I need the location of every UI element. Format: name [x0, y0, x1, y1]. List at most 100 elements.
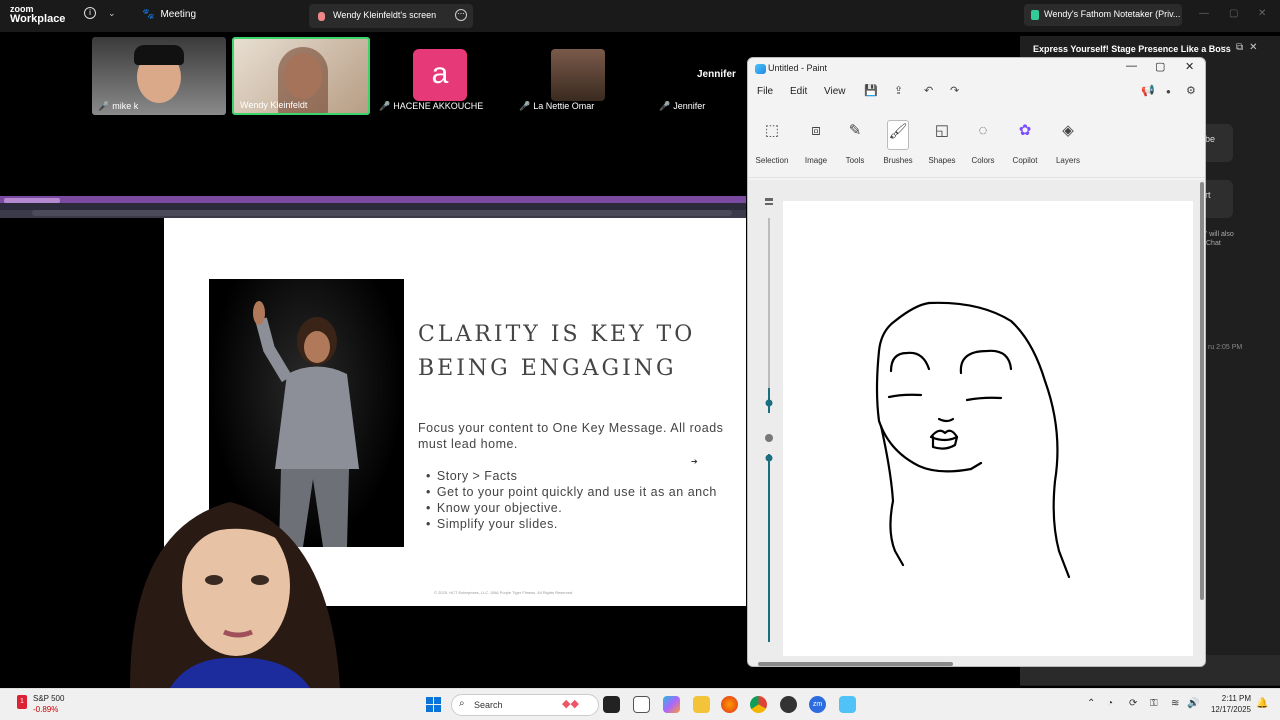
zoom-logo: zoom Workplace	[10, 4, 66, 25]
tools-tool[interactable]: ✎ Tools	[835, 116, 875, 165]
taskbar-search[interactable]: ⌕ Search ◆◆	[451, 694, 599, 716]
meeting-menu[interactable]: 🐾 Meeting	[142, 9, 196, 20]
tray-sync-icon[interactable]: ⟳	[1129, 698, 1137, 709]
image-tool[interactable]: ⧈ Image	[796, 116, 836, 165]
participant-tile[interactable]: Jennifer 🎤 Jennifer	[653, 37, 743, 115]
layers-tool[interactable]: ◈ Layers	[1048, 116, 1088, 165]
browser-tab	[4, 198, 60, 203]
participant-tile[interactable]: 🎤 La Nettie Omar	[513, 37, 647, 115]
account-icon[interactable]: ●	[1166, 87, 1171, 96]
notetaker-icon	[1031, 10, 1039, 20]
list-item: Get to your point quickly and use it as …	[426, 484, 746, 500]
slide-title: CLARITY IS KEY TO BEING ENGAGING	[418, 322, 696, 381]
notepad-icon[interactable]	[633, 696, 650, 713]
colors-tool[interactable]: ◌ Colors	[963, 116, 1003, 165]
tray-app-icon[interactable]: ◔	[1107, 698, 1113, 709]
paint-title-bar: Untitled - Paint — ▢ ✕	[748, 58, 1205, 80]
presenter-video-feed	[130, 502, 340, 688]
tools-icon: ✎	[848, 122, 862, 139]
chevron-down-icon[interactable]: ⌄	[108, 8, 116, 19]
brushes-tool[interactable]: 🖌 Brushes	[878, 116, 918, 165]
windows-taskbar: 1 S&P 500 -0.89% ⌕ Search ◆◆ zm ⌃ ◔ ⟳ ⚿ ≋…	[0, 688, 1280, 720]
volume-icon[interactable]: 🔊	[1187, 698, 1199, 709]
task-view-icon[interactable]	[603, 696, 620, 713]
participant-tile[interactable]: a 🎤 HACENE AKKOUCHE	[373, 37, 507, 115]
list-item: Story > Facts	[426, 468, 746, 484]
more-icon[interactable]: ⋯	[1220, 42, 1236, 53]
wifi-icon[interactable]: ≋	[1171, 698, 1179, 709]
community-icon[interactable]: 📢	[1141, 84, 1155, 97]
face-drawing	[875, 301, 1071, 579]
selection-tool[interactable]: ⬚ Selection	[752, 116, 792, 165]
vertical-scrollbar[interactable]	[1199, 180, 1205, 660]
horizontal-scrollbar[interactable]	[758, 662, 953, 666]
stock-change[interactable]: -0.89%	[33, 705, 58, 714]
firefox-icon[interactable]	[721, 696, 738, 713]
shared-screen-tab[interactable]: Wendy Kleinfeldt's screen ⋯	[309, 4, 473, 28]
cap-shape	[134, 45, 184, 65]
maximize-icon[interactable]: ▢	[1155, 60, 1165, 73]
pointer-cursor: ➔	[691, 457, 698, 466]
minimize-icon[interactable]: —	[1126, 60, 1137, 72]
stock-widget-badge[interactable]: 1	[17, 695, 27, 709]
slider-track[interactable]	[762, 198, 776, 648]
popout-icon[interactable]: ⧉	[1236, 42, 1249, 53]
settings-gear-icon[interactable]: ⚙	[1186, 84, 1196, 97]
share-icon[interactable]: ⇪	[894, 84, 903, 97]
paint-menu-bar: File Edit View 💾 ⇪ ↶ ↷ 📢 ● ⚙	[748, 82, 1205, 104]
close-icon[interactable]: ✕	[1258, 8, 1266, 19]
list-item: Know your objective.	[426, 500, 746, 516]
stock-name[interactable]: S&P 500	[33, 694, 64, 703]
slide-bullet-list: Story > Facts Get to your point quickly …	[426, 468, 746, 532]
minimize-icon[interactable]: —	[1199, 8, 1209, 19]
chrome-icon[interactable]	[750, 696, 767, 713]
copilot-tool[interactable]: ✿ Copilot	[1005, 116, 1045, 165]
screen: zoom Workplace i ⌄ 🐾 Meeting Wendy Kleinf…	[0, 0, 1280, 720]
participant-tile[interactable]: 🎤 mike k	[92, 37, 226, 115]
paint-app-taskbar-icon[interactable]	[839, 696, 856, 713]
windows-start-button[interactable]	[426, 697, 442, 713]
search-icon: ⌕	[459, 698, 465, 709]
slide-footer: © 2025. HCT Enterprises, LLC. DBA Purple…	[434, 590, 574, 595]
shapes-tool[interactable]: ◱ Shapes	[922, 116, 962, 165]
copilot-app-icon[interactable]	[663, 696, 680, 713]
redo-icon[interactable]: ↷	[950, 84, 959, 97]
tray-vpn-icon[interactable]: ⚿	[1150, 698, 1158, 709]
close-icon[interactable]: ✕	[1185, 60, 1194, 73]
notification-bell-icon[interactable]: 🔔	[1256, 698, 1268, 709]
fathom-notetaker-pill[interactable]: Wendy's Fathom Notetaker (Priv... ⌄	[1024, 4, 1182, 26]
more-options-icon[interactable]: ⋯	[455, 9, 467, 21]
search-highlight-icon: ◆◆	[562, 698, 579, 710]
menu-edit[interactable]: Edit	[790, 86, 807, 97]
colors-icon: ◌	[978, 122, 988, 139]
presenter-video	[110, 488, 350, 688]
tray-chevron-icon[interactable]: ⌃	[1087, 698, 1095, 709]
save-icon[interactable]: 💾	[864, 84, 878, 97]
copilot-icon: ✿	[1018, 122, 1032, 139]
taskbar-clock[interactable]: 2:11 PM 12/17/2025	[1207, 693, 1251, 715]
avatar: a	[413, 49, 467, 101]
app-icon[interactable]	[780, 696, 797, 713]
muted-mic-icon: 🎤	[519, 101, 531, 111]
paint-ribbon: ⬚ Selection ⧈ Image ✎ Tools 🖌 Brushes ◱ Shape…	[748, 108, 1205, 178]
meeting-info-icon[interactable]: i	[84, 7, 96, 19]
undo-icon[interactable]: ↶	[924, 84, 933, 97]
image-icon: ⧈	[811, 122, 821, 139]
maximize-icon[interactable]: ▢	[1229, 8, 1238, 19]
video-feed	[551, 49, 605, 101]
brush-size-sliders[interactable]	[762, 198, 776, 648]
paint-canvas[interactable]	[783, 201, 1193, 656]
paint-work-area	[748, 180, 1205, 666]
muted-mic-icon: 🎤	[98, 101, 110, 111]
participant-tile-active-speaker[interactable]: Wendy Kleinfeldt	[232, 37, 370, 115]
panel-note: ' will also Chat	[1206, 231, 1234, 247]
zoom-app-icon[interactable]: zm	[809, 696, 826, 713]
close-panel-icon[interactable]: ✕	[1249, 42, 1263, 53]
menu-file[interactable]: File	[757, 86, 773, 97]
panel-actions[interactable]: ⋯⧉✕	[1220, 42, 1264, 53]
slide-body-text: Focus your content to One Key Message. A…	[418, 421, 724, 451]
menu-view[interactable]: View	[824, 86, 846, 97]
paint-app-icon	[755, 64, 766, 74]
file-explorer-icon[interactable]	[693, 696, 710, 713]
panel-title: Express Yourself! Stage Presence Like a …	[1033, 44, 1231, 54]
